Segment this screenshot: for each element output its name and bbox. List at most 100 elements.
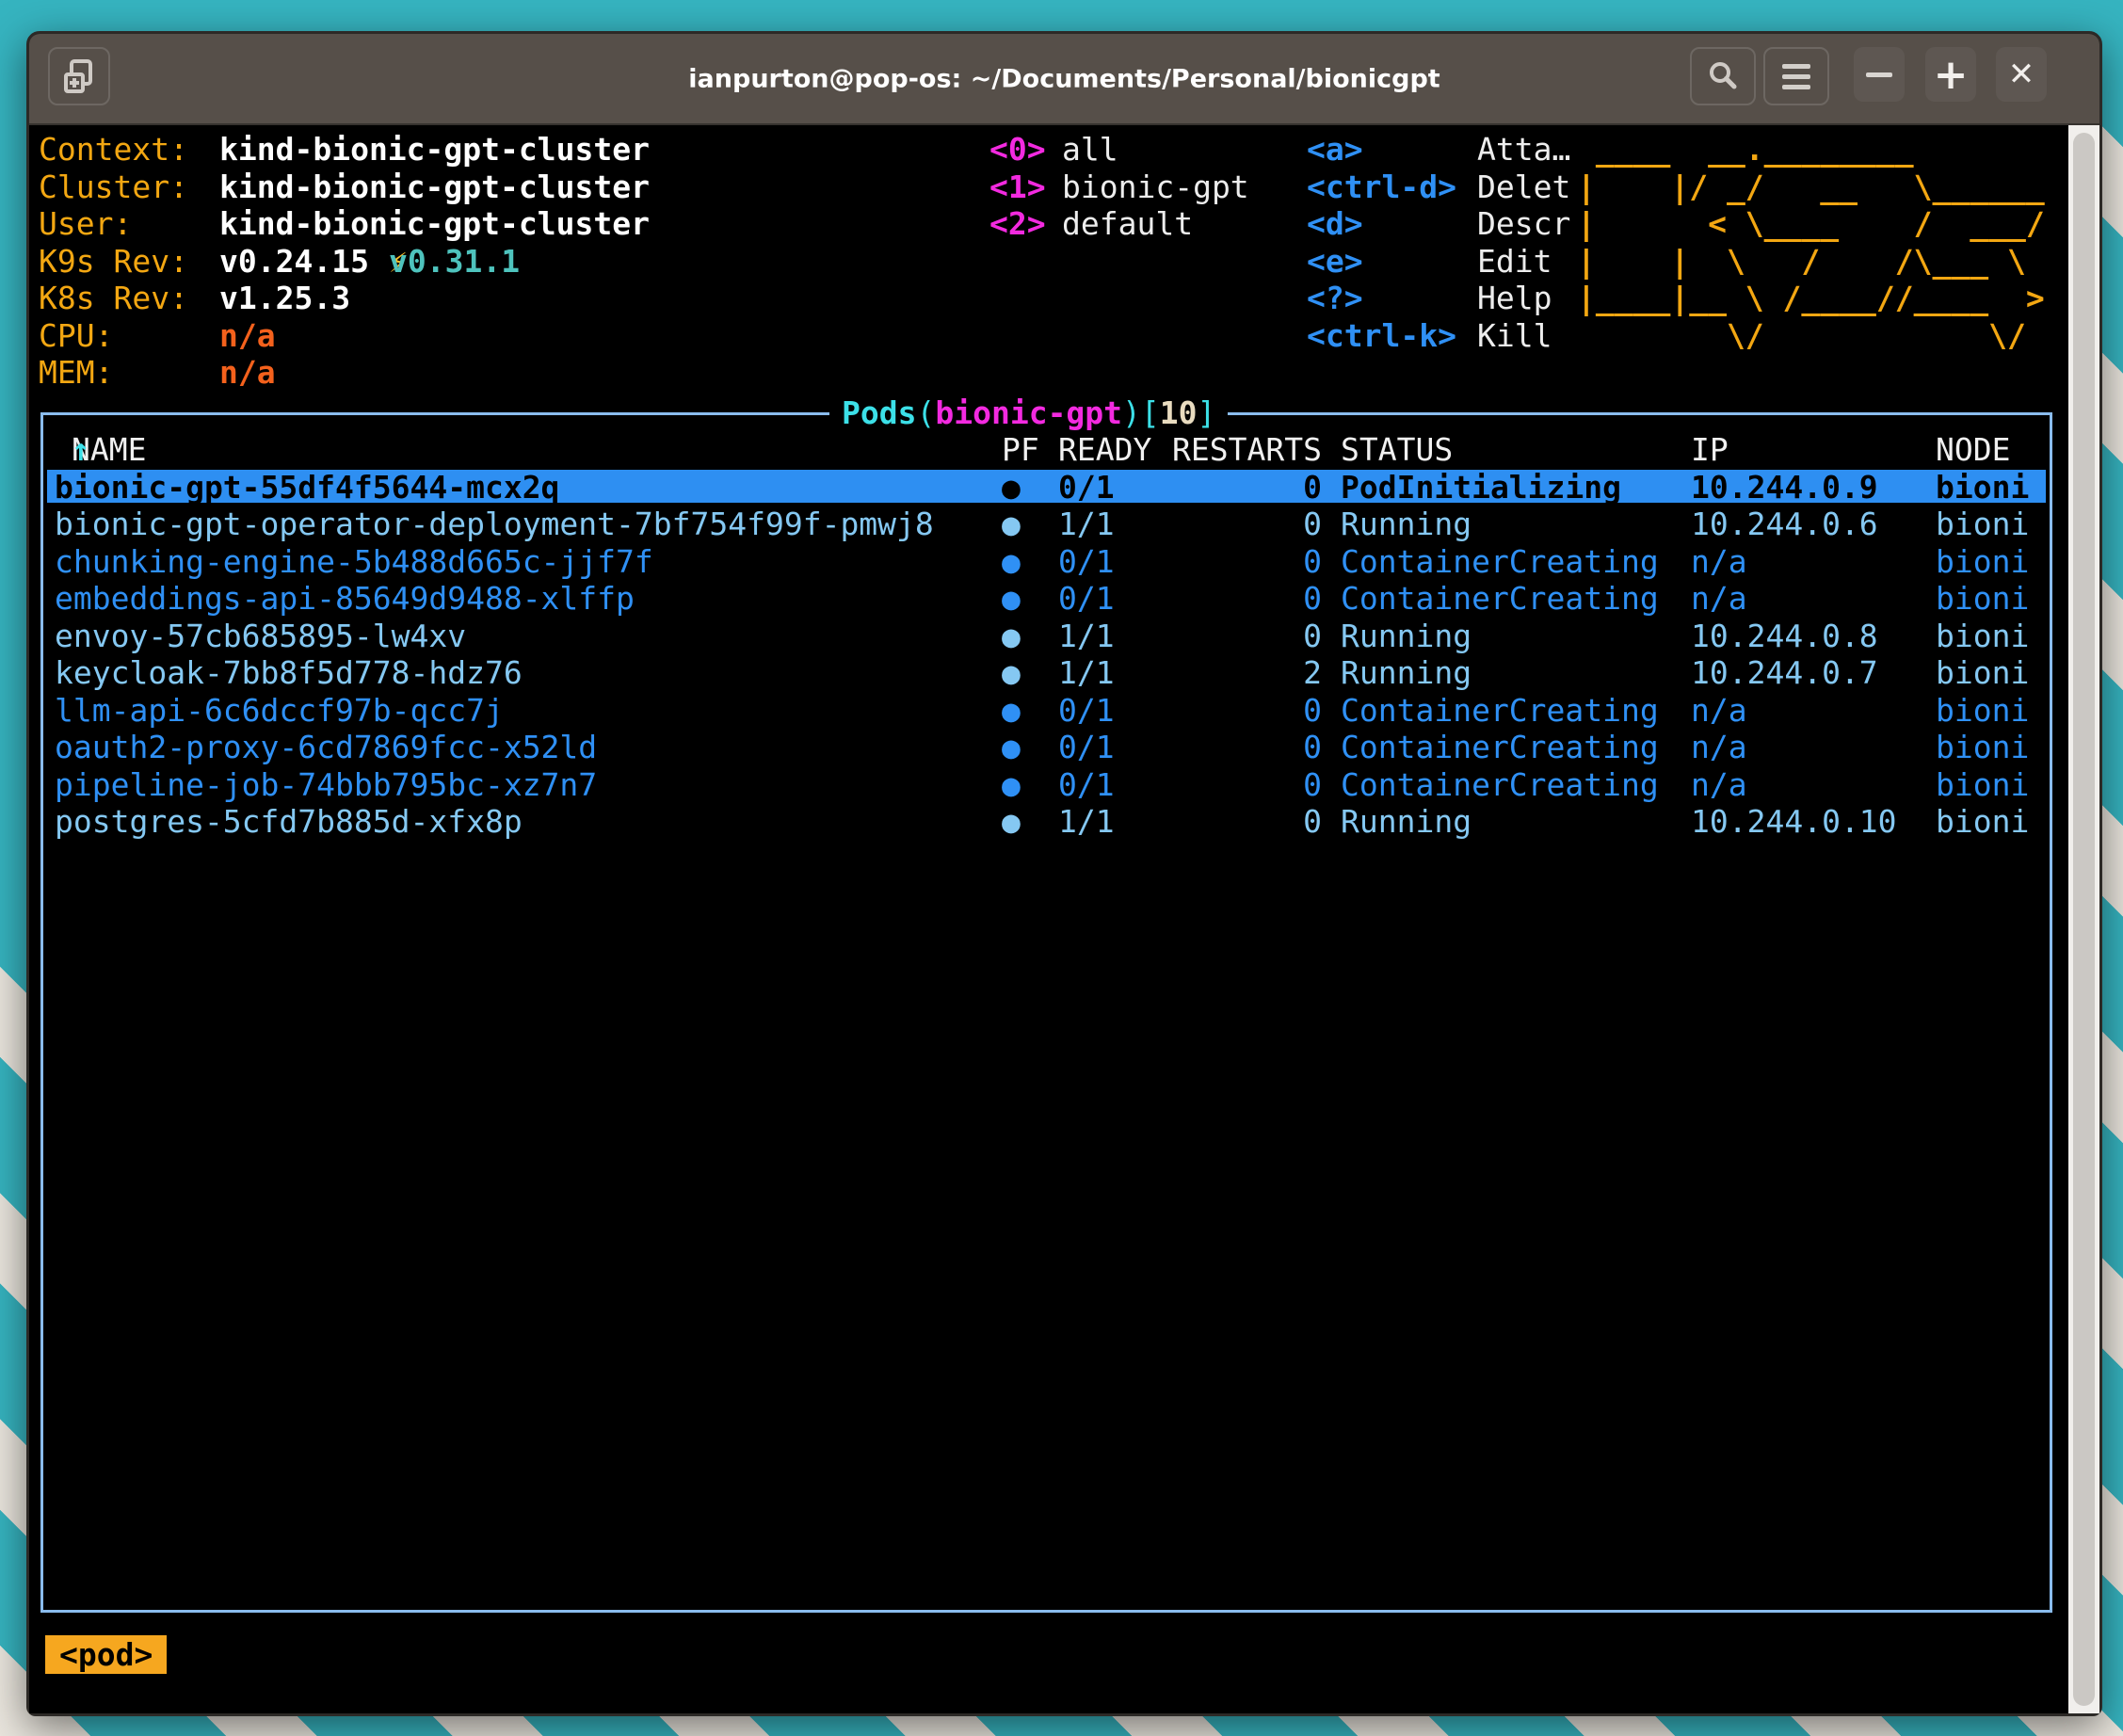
namespace-name: default — [1062, 205, 1193, 243]
column-header-ip[interactable]: IP — [1691, 431, 1729, 469]
minimize-button[interactable] — [1854, 47, 1905, 102]
keybinding-action: Descr — [1477, 205, 1570, 243]
pod-count: 10 — [1160, 394, 1198, 431]
pod-ip: 10.244.0.7 — [1691, 654, 1878, 692]
pod-name: bionic-gpt-operator-deployment-7bf754f99… — [55, 506, 934, 543]
pod-ip: n/a — [1691, 766, 1747, 804]
pod-ready: 0/1 — [1058, 469, 1115, 506]
pod-ready: 1/1 — [1058, 506, 1115, 543]
window-title: ianpurton@pop-os: ~/Documents/Personal/b… — [688, 64, 1439, 93]
k9s-ascii-logo: ____ __.________ | |/ _/ __ \______ | < … — [1577, 131, 2045, 354]
info-value: v0.24.15 — [219, 243, 369, 281]
pf-bullet-icon: ● — [1002, 729, 1021, 766]
minimize-icon — [1866, 72, 1892, 77]
namespace-name: bionic-gpt — [935, 394, 1122, 431]
namespace-name: all — [1062, 131, 1118, 169]
pod-row[interactable]: chunking-engine-5b488d665c-jjf7f●0/10Con… — [43, 543, 2050, 581]
pod-restarts: 0 — [1171, 543, 1322, 581]
pod-ip: n/a — [1691, 543, 1747, 581]
pod-ready: 0/1 — [1058, 729, 1115, 766]
terminal-scrollbar[interactable] — [2068, 125, 2099, 1713]
namespace-hotkey: <1> — [989, 169, 1046, 206]
keybinding-key: <ctrl-d> — [1307, 169, 1456, 206]
terminal-window: ianpurton@pop-os: ~/Documents/Personal/b… — [26, 31, 2102, 1716]
pod-ip: 10.244.0.10 — [1691, 803, 1897, 841]
pod-restarts: 0 — [1171, 729, 1322, 766]
pod-node: bioni — [1936, 618, 2029, 655]
pod-row[interactable]: keycloak-7bb8f5d778-hdz76●1/12Running10.… — [43, 654, 2050, 692]
pod-row[interactable]: embeddings-api-85649d9488-xlffp●0/10Cont… — [43, 580, 2050, 618]
pod-node: bioni — [1936, 766, 2029, 804]
column-header-ready[interactable]: READY — [1058, 431, 1151, 469]
pf-bullet-icon: ● — [1002, 543, 1021, 581]
namespace-hotkey: <0> — [989, 131, 1046, 169]
pod-status: ContainerCreating — [1341, 692, 1659, 730]
desktop: { "colors":{ "desktop_teal":"#36b4c0","d… — [0, 0, 2123, 1736]
pod-node: bioni — [1936, 729, 2029, 766]
column-header-node[interactable]: NODE — [1936, 431, 2010, 469]
scrollbar-thumb[interactable] — [2073, 133, 2095, 1706]
column-header-restarts[interactable]: RESTARTS — [1171, 431, 1322, 469]
pod-status: Running — [1341, 803, 1472, 841]
pf-bullet-icon: ● — [1002, 469, 1021, 506]
namespace-hotkey: <2> — [989, 205, 1046, 243]
pod-ready: 1/1 — [1058, 803, 1115, 841]
pf-bullet-icon: ● — [1002, 506, 1021, 543]
pf-bullet-icon: ● — [1002, 654, 1021, 692]
resource-name: Pods — [842, 394, 916, 431]
pod-restarts: 0 — [1171, 692, 1322, 730]
pod-status: ContainerCreating — [1341, 729, 1659, 766]
pod-restarts: 0 — [1171, 580, 1322, 618]
punct: ) — [1122, 394, 1141, 431]
pod-ip: n/a — [1691, 729, 1747, 766]
info-label: Context: — [39, 131, 188, 169]
keybinding-action: Atta… — [1477, 131, 1570, 169]
terminal-content[interactable]: Context:kind-bionic-gpt-cluster<0>all<a>… — [29, 125, 2099, 1713]
pod-ip: 10.244.0.9 — [1691, 469, 1878, 506]
pod-restarts: 0 — [1171, 803, 1322, 841]
sort-arrow-icon: ↑ — [72, 431, 90, 469]
window-titlebar[interactable]: ianpurton@pop-os: ~/Documents/Personal/b… — [29, 34, 2099, 125]
column-header-pf[interactable]: PF — [1002, 431, 1039, 469]
pod-row-selected[interactable]: bionic-gpt-55df4f5644-mcx2q●0/10PodIniti… — [43, 469, 2050, 506]
breadcrumb-pod-badge: <pod> — [45, 1635, 167, 1674]
pod-name: bionic-gpt-55df4f5644-mcx2q — [55, 469, 559, 506]
maximize-button[interactable]: + — [1925, 47, 1976, 102]
pod-row[interactable]: pipeline-job-74bbb795bc-xz7n7●0/10Contai… — [43, 766, 2050, 804]
pod-name: oauth2-proxy-6cd7869fcc-x52ld — [55, 729, 597, 766]
pf-bullet-icon: ● — [1002, 580, 1021, 618]
keybinding-key: <d> — [1307, 205, 1363, 243]
pf-bullet-icon: ● — [1002, 766, 1021, 804]
pod-restarts: 0 — [1171, 766, 1322, 804]
pod-name: pipeline-job-74bbb795bc-xz7n7 — [55, 766, 597, 804]
pod-row[interactable]: llm-api-6c6dccf97b-qcc7j●0/10ContainerCr… — [43, 692, 2050, 730]
column-header-status[interactable]: STATUS — [1341, 431, 1453, 469]
pods-rows: NAME↑PFREADYRESTARTSSTATUSIPNODEbionic-g… — [43, 431, 2050, 841]
pf-bullet-icon: ● — [1002, 618, 1021, 655]
upgrade-version: v0.31.1 — [389, 243, 520, 281]
pod-node: bioni — [1936, 692, 2029, 730]
info-value: n/a — [219, 354, 276, 392]
pod-name: embeddings-api-85649d9488-xlffp — [55, 580, 635, 618]
info-label: User: — [39, 205, 132, 243]
pod-row[interactable]: oauth2-proxy-6cd7869fcc-x52ld ● 0/1 0 Contai… — [43, 729, 2050, 766]
punct: ( — [916, 394, 935, 431]
info-label: MEM: — [39, 354, 113, 392]
search-button[interactable] — [1690, 47, 1756, 105]
menu-button[interactable] — [1763, 47, 1829, 105]
pod-restarts: 0 — [1171, 506, 1322, 543]
pod-row[interactable]: bionic-gpt-operator-deployment-7bf754f99… — [43, 506, 2050, 543]
info-label: K8s Rev: — [39, 280, 188, 317]
pod-node: bioni — [1936, 803, 2029, 841]
pod-status: Running — [1341, 654, 1472, 692]
pod-row[interactable]: postgres-5cfd7b885d-xfx8p●1/10Running10.… — [43, 803, 2050, 841]
close-button[interactable]: ✕ — [1996, 47, 2047, 102]
new-tab-button[interactable] — [48, 47, 110, 105]
pod-row[interactable]: envoy-57cb685895-lw4xv●1/10Running10.244… — [43, 618, 2050, 655]
pod-ip: 10.244.0.8 — [1691, 618, 1878, 655]
pod-name: postgres-5cfd7b885d-xfx8p — [55, 803, 523, 841]
keybinding-key: <?> — [1307, 280, 1363, 317]
close-icon: ✕ — [2008, 56, 2035, 93]
pod-node: bioni — [1936, 506, 2029, 543]
keybinding-key: <ctrl-k> — [1307, 317, 1456, 355]
